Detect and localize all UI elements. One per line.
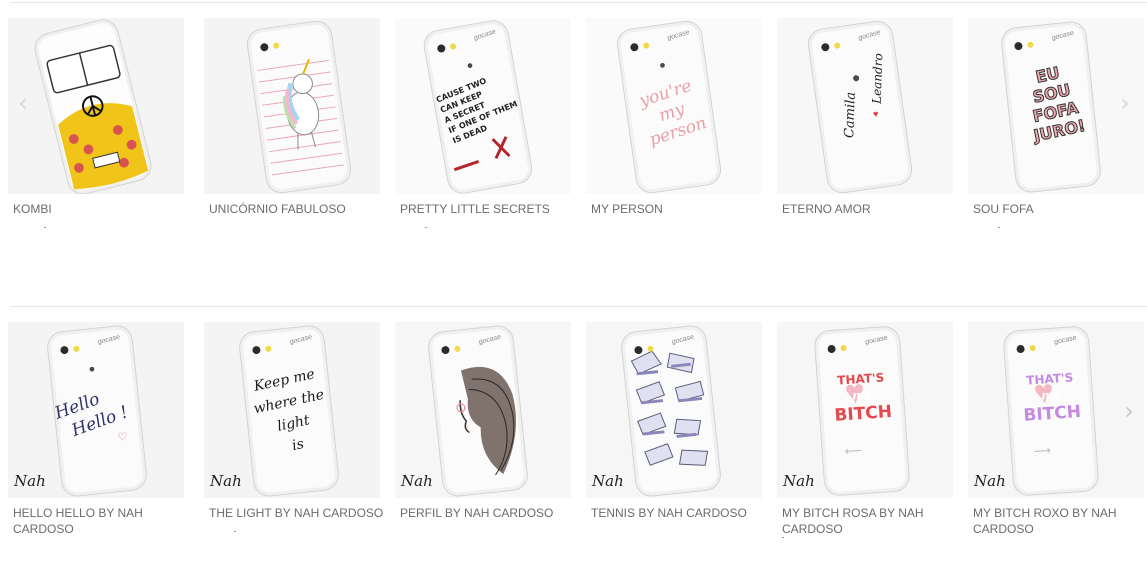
product-name[interactable]: TENNIS BY NAH CARDOSO [591, 505, 766, 521]
name-leandro: Leandro [869, 53, 886, 105]
designer-signature: Nah [592, 472, 624, 490]
flash [1029, 344, 1036, 352]
camera [827, 344, 836, 354]
product-image[interactable]: gocase ♥ THAT'S my BITCH ⟶ Nah › [968, 322, 1144, 498]
kombi-art [39, 24, 149, 190]
row-divider [10, 306, 1147, 307]
arrow-icon: ⟵ [844, 443, 863, 459]
product-name[interactable]: UNICÓRNIO FABULOSO [209, 201, 384, 217]
flash [840, 344, 847, 352]
product-image[interactable]: gocase ● CAUSE TWO CAN KEEP A SECRET IF … [395, 18, 571, 194]
phone-case: gocase ● Hello Hello ! ♡ [45, 323, 149, 498]
camera [629, 42, 639, 52]
top-divider [10, 2, 1147, 3]
price-placeholder [425, 227, 427, 228]
flash [73, 345, 80, 353]
art-word: ! [117, 402, 131, 424]
arrow-icon: ⟶ [1033, 443, 1052, 459]
product-name[interactable]: MY PERSON [591, 201, 766, 217]
designer-signature: Nah [210, 472, 242, 490]
product-name[interactable]: PERFIL BY NAH CARDOSO [400, 505, 575, 521]
apple-logo-icon: ● [850, 68, 862, 86]
case-brand: gocase [857, 29, 882, 42]
phone-case: gocase ● Camila Leandro ♥ [805, 18, 915, 194]
designer-signature: Nah [14, 472, 46, 490]
product-image[interactable]: gocase ● Camila Leandro ♥ [777, 18, 953, 194]
product-image[interactable]: gocase ● you're my person [586, 18, 762, 194]
phone-case: gocase [619, 323, 723, 498]
flash [1027, 41, 1034, 49]
price-placeholder [998, 227, 1000, 228]
phone-case [244, 18, 354, 194]
camera [1014, 41, 1023, 51]
phone-case: gocase ♥ THAT'S my BITCH ⟵ [813, 325, 911, 497]
heart-icon: ♥ [872, 108, 880, 120]
apple-logo-icon: ● [88, 362, 96, 376]
chevron-right-icon[interactable]: › [1120, 396, 1138, 426]
product-name[interactable]: MY BITCH ROXO BY NAH CARDOSO [973, 505, 1147, 537]
phone-case [31, 18, 155, 194]
product-image[interactable]: ‹ [8, 18, 184, 194]
product-name[interactable]: MY BITCH ROSA BY NAH CARDOSO [782, 505, 957, 537]
product-image[interactable] [204, 18, 380, 194]
product-name[interactable]: PRETTY LITTLE SECRETS [400, 201, 575, 217]
red-x-mark [453, 136, 511, 172]
price-placeholder [782, 537, 784, 538]
phone-case: gocase Keep me where the light is [237, 323, 341, 498]
product-image[interactable]: gocase Nah [395, 322, 571, 498]
phone-case: gocase EU SOU FOFA JURO! [999, 19, 1103, 194]
flash [265, 345, 272, 353]
phone-case: gocase ● you're my person [614, 18, 724, 194]
my-person-text: you're my person [628, 73, 715, 152]
product-image[interactable]: gocase ♥ THAT'S my BITCH ⟵ Nah [777, 322, 953, 498]
flash [833, 42, 841, 49]
product-name[interactable]: KOMBI [13, 201, 188, 217]
product-name[interactable]: HELLO HELLO BY NAH CARDOSO [13, 505, 188, 537]
phone-case: gocase ♥ THAT'S my BITCH ⟶ [1002, 325, 1100, 497]
designer-signature: Nah [974, 472, 1006, 490]
case-brand: gocase [864, 334, 889, 347]
art-line: BITCH [1022, 401, 1082, 426]
product-image[interactable]: gocase ● Hello Hello ! ♡ Nah [8, 322, 184, 498]
chevron-left-icon[interactable]: ‹ [14, 88, 32, 118]
product-image[interactable]: gocase Keep me where the light is Nah [204, 322, 380, 498]
apple-logo-icon: ● [658, 59, 667, 72]
phone-case: gocase [426, 323, 530, 498]
product-image[interactable]: gocase EU SOU FOFA JURO! › [968, 18, 1144, 194]
profile-hair-art [456, 366, 516, 476]
camera [1016, 344, 1025, 354]
sou-fofa-text: EU SOU FOFA JURO! [1011, 58, 1095, 147]
camera [820, 42, 830, 52]
bitch-roxo-text: THAT'S my BITCH [1010, 368, 1092, 427]
camera [252, 345, 261, 355]
product-row-2: gocase ● Hello Hello ! ♡ Nah HELLO HELLO… [0, 322, 1147, 573]
case-brand: gocase [1053, 334, 1078, 347]
art-line: BITCH [833, 401, 893, 426]
phone-case: gocase ● CAUSE TWO CAN KEEP A SECRET IF … [421, 18, 535, 194]
price-placeholder [44, 227, 46, 228]
the-light-text: Keep me where the light is [241, 361, 341, 465]
product-image[interactable]: gocase Nah [586, 322, 762, 498]
product-name[interactable]: SOU FOFA [973, 201, 1147, 217]
designer-signature: Nah [401, 472, 433, 490]
designer-signature: Nah [783, 472, 815, 490]
price-placeholder [234, 531, 236, 532]
flash [642, 42, 650, 49]
hello-text: Hello Hello ! [52, 377, 142, 446]
camera [60, 345, 69, 355]
chevron-right-icon[interactable]: › [1116, 88, 1134, 118]
product-row-1: ‹ KOMBI UNICÓRNIO FABULOSO gocase ● CAUS… [0, 18, 1147, 278]
name-camila: Camila [842, 91, 859, 139]
bitch-rosa-text: THAT'S my BITCH [821, 368, 903, 427]
product-name[interactable]: ETERNO AMOR [782, 201, 957, 217]
heart-icon: ♡ [117, 430, 129, 444]
product-name[interactable]: THE LIGHT BY NAH CARDOSO [209, 505, 384, 521]
case-brand: gocase [289, 333, 313, 346]
case-brand: gocase [1051, 29, 1075, 42]
case-brand: gocase [97, 333, 121, 346]
case-brand: gocase [666, 29, 691, 42]
